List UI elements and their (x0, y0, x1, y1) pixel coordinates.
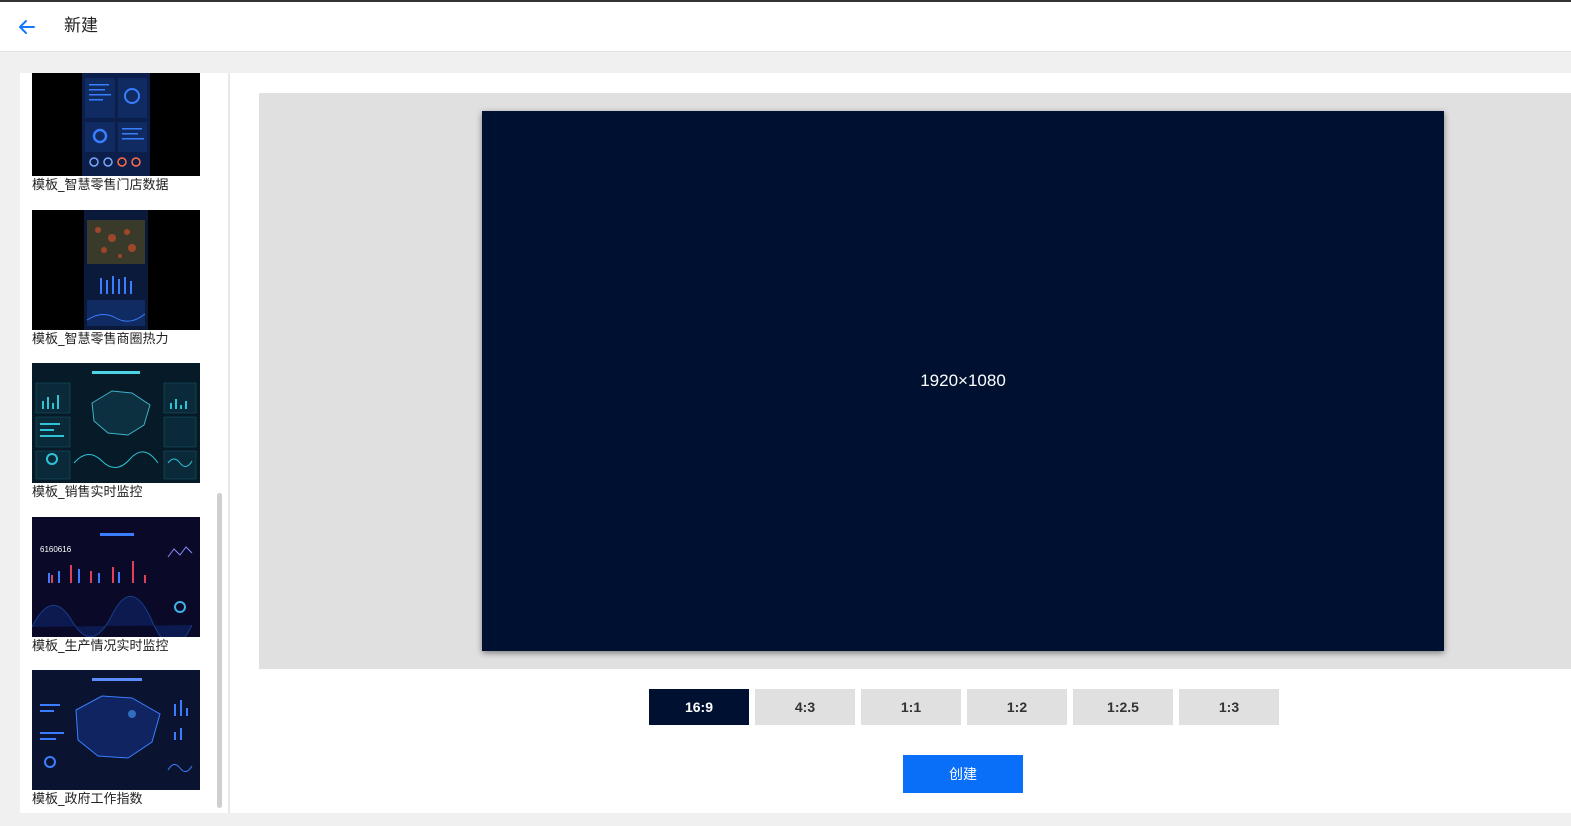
template-item[interactable]: 模板_政府工作指数 (32, 670, 200, 808)
thumb-kpi-text: 6160616 (40, 545, 72, 554)
ratio-button-16-9[interactable]: 16:9 (649, 689, 749, 725)
main-panel: 1920×1080 16:9 4:3 1:1 1:2 1:2.5 1:3 创建 (230, 73, 1571, 813)
template-thumbnail: 6160616 (32, 517, 200, 637)
template-thumbnail (32, 73, 200, 176)
ratio-button-1-3[interactable]: 1:3 (1179, 689, 1279, 725)
back-button[interactable] (14, 14, 40, 40)
template-thumbnail (32, 210, 200, 330)
ratio-button-4-3[interactable]: 4:3 (755, 689, 855, 725)
canvas-preview: 1920×1080 (482, 111, 1444, 651)
page-title: 新建 (64, 16, 98, 36)
template-label: 模板_政府工作指数 (32, 792, 143, 807)
ratio-button-1-1[interactable]: 1:1 (861, 689, 961, 725)
template-sidebar: 模板_智慧零售门店数据 模板_智慧零售商圈热力 模板_销售实时监控 616061… (20, 73, 228, 813)
template-label: 模板_销售实时监控 (32, 485, 143, 500)
template-item[interactable]: 模板_销售实时监控 (32, 363, 200, 501)
canvas-size-label: 1920×1080 (920, 371, 1006, 390)
arrow-left-icon (19, 20, 35, 34)
sidebar-scrollbar-thumb[interactable] (217, 493, 222, 808)
template-thumbnail (32, 670, 200, 790)
template-label: 模板_智慧零售门店数据 (32, 178, 169, 193)
preview-area: 1920×1080 (259, 93, 1571, 669)
header-bar: 新建 (0, 2, 1571, 52)
template-label: 模板_生产情况实时监控 (32, 639, 169, 654)
template-item[interactable]: 模板_智慧零售商圈热力 (32, 210, 200, 348)
ratio-button-1-2-5[interactable]: 1:2.5 (1073, 689, 1173, 725)
template-thumbnail (32, 363, 200, 483)
aspect-ratio-selector: 16:9 4:3 1:1 1:2 1:2.5 1:3 (649, 689, 1279, 725)
create-button[interactable]: 创建 (903, 755, 1023, 793)
template-item[interactable]: 模板_智慧零售门店数据 (32, 73, 200, 194)
template-label: 模板_智慧零售商圈热力 (32, 332, 169, 347)
template-item[interactable]: 6160616 模板_生产情况实时监控 (32, 517, 200, 655)
ratio-button-1-2[interactable]: 1:2 (967, 689, 1067, 725)
